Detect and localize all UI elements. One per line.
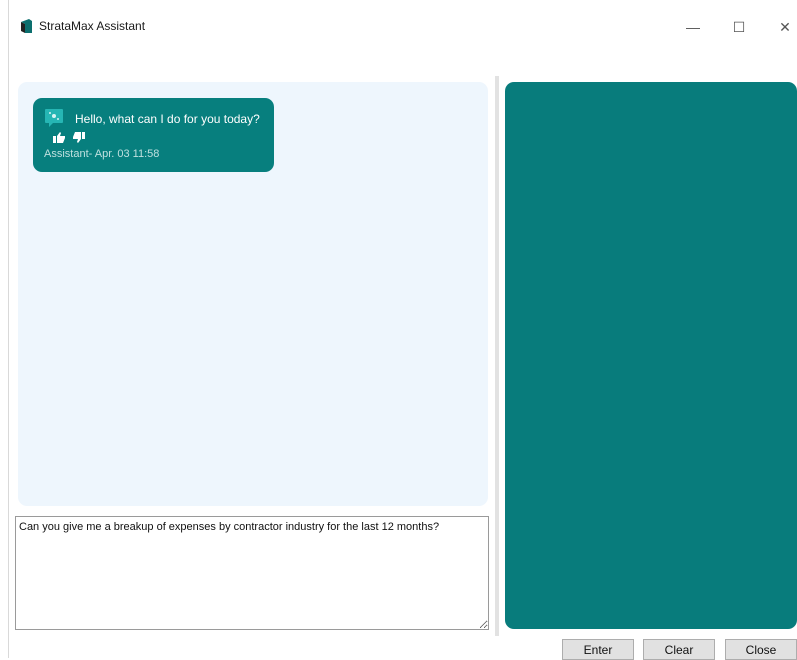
bot-icon (45, 109, 63, 127)
maximize-button[interactable]: ☐ (716, 10, 762, 44)
message-text: Hello, what can I do for you today? (75, 112, 260, 126)
enter-button[interactable]: Enter (562, 639, 634, 660)
title-bar: StrataMax Assistant — ☐ ✕ (9, 10, 797, 44)
close-icon: ✕ (779, 18, 791, 35)
side-panel (505, 82, 797, 629)
message-input[interactable]: Can you give me a breakup of expenses by… (15, 516, 489, 630)
maximize-icon: ☐ (732, 18, 746, 35)
panel-splitter[interactable] (495, 76, 499, 636)
close-window-button[interactable]: ✕ (762, 10, 797, 44)
message-meta: Assistant- Apr. 03 11:58 (44, 148, 160, 160)
assistant-message-bubble: Hello, what can I do for you today? Assi… (33, 98, 274, 172)
thumbs-down-icon[interactable] (73, 132, 85, 143)
minimize-icon: — (686, 19, 700, 35)
minimize-button[interactable]: — (670, 10, 716, 44)
thumbs-up-icon[interactable] (53, 132, 65, 143)
window-title: StrataMax Assistant (39, 19, 146, 33)
window-left-border (8, 0, 9, 658)
close-button[interactable]: Close (725, 639, 797, 660)
stratamax-logo-icon (21, 19, 32, 33)
chat-panel[interactable]: Hello, what can I do for you today? Assi… (18, 82, 488, 506)
clear-button[interactable]: Clear (643, 639, 715, 660)
